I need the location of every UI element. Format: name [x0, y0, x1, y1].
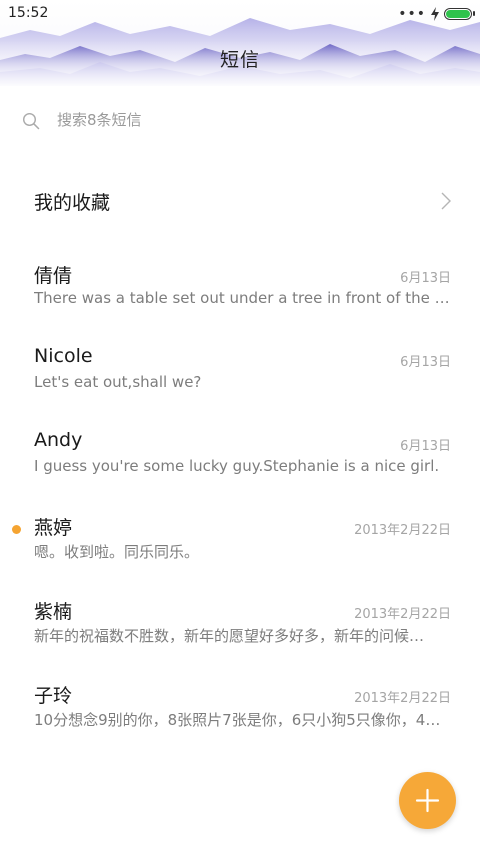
message-preview: 新年的祝福数不胜数，新年的愿望好多好多，新年的问候… — [34, 627, 425, 645]
message-date: 6月13日 — [400, 355, 451, 370]
contact-name: 子玲 — [34, 685, 73, 707]
conversation-item[interactable]: 倩倩 6月13日 There was a table set out under… — [0, 252, 480, 336]
status-time: 15:52 — [8, 5, 49, 21]
charging-bolt-icon — [431, 7, 439, 21]
more-dots-icon: ••• — [398, 6, 426, 22]
contact-name: Nicole — [34, 345, 93, 367]
conversation-item[interactable]: 紫楠 2013年2月22日 新年的祝福数不胜数，新年的愿望好多好多，新年的问候… — [0, 588, 480, 672]
new-message-button[interactable] — [399, 772, 456, 829]
favorites-label: 我的收藏 — [34, 192, 111, 214]
conversation-item[interactable]: 子玲 2013年2月22日 10分想念9别的你，8张照片7张是你，6只小狗5只像… — [0, 672, 480, 756]
favorites-row[interactable]: 我的收藏 — [0, 170, 480, 232]
status-icons: ••• — [398, 6, 475, 22]
message-preview: I guess you're some lucky guy.Stephanie … — [34, 457, 440, 475]
conversation-item[interactable]: Andy 6月13日 I guess you're some lucky guy… — [0, 420, 480, 504]
message-preview: There was a table set out under a tree i… — [34, 289, 452, 307]
app-header: 15:52 ••• 短信 — [0, 0, 480, 86]
search-icon — [22, 112, 40, 130]
contact-name: 倩倩 — [34, 265, 73, 287]
message-preview: 10分想念9别的你，8张照片7张是你，6只小狗5只像你，4… — [34, 711, 441, 729]
search-input[interactable] — [57, 111, 437, 129]
message-date: 2013年2月22日 — [354, 691, 451, 706]
unread-dot-icon — [12, 525, 21, 534]
search-bar[interactable] — [0, 103, 480, 143]
plus-icon — [415, 788, 440, 813]
page-title: 短信 — [219, 49, 260, 71]
message-preview: Let's eat out,shall we? — [34, 373, 202, 391]
battery-full-icon — [444, 8, 475, 20]
message-date: 6月13日 — [400, 439, 451, 454]
contact-name: Andy — [34, 429, 83, 451]
message-preview: 嗯。收到啦。同乐同乐。 — [34, 543, 200, 561]
chevron-right-icon — [441, 192, 451, 210]
message-date: 6月13日 — [400, 271, 451, 286]
contact-name: 燕婷 — [34, 517, 73, 539]
message-date: 2013年2月22日 — [354, 607, 451, 622]
battery-level — [446, 10, 470, 18]
contact-name: 紫楠 — [34, 601, 73, 623]
conversation-item[interactable]: Nicole 6月13日 Let's eat out,shall we? — [0, 336, 480, 420]
message-date: 2013年2月22日 — [354, 523, 451, 538]
conversation-item[interactable]: 燕婷 2013年2月22日 嗯。收到啦。同乐同乐。 — [0, 504, 480, 588]
conversation-list: 倩倩 6月13日 There was a table set out under… — [0, 252, 480, 756]
